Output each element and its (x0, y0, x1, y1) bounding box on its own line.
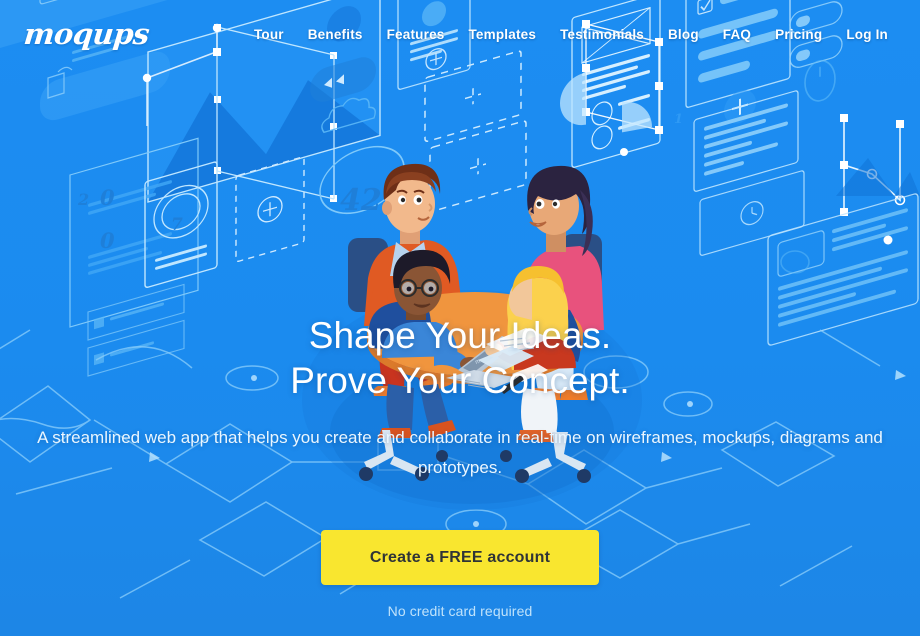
hero-content: Shape Your Ideas. Prove Your Concept. A … (0, 0, 920, 636)
hero-subheadline: A streamlined web app that helps you cre… (37, 428, 883, 477)
svg-text:0: 0 (100, 228, 115, 253)
site-header: moqups Tour Benefits Features Templates … (0, 0, 920, 68)
nav-item-templates[interactable]: Templates (456, 21, 548, 48)
page-title: Shape Your Ideas. Prove Your Concept. (0, 313, 920, 403)
chair-wheels (364, 430, 586, 478)
papers-on-table (478, 328, 550, 394)
headline-line-1: Shape Your Ideas. (308, 315, 612, 356)
svg-text:m: m (475, 359, 482, 366)
nav-item-testimonials[interactable]: Testimonials (548, 21, 656, 48)
nav-item-pricing[interactable]: Pricing (763, 21, 834, 48)
person-woman-pink (519, 165, 604, 400)
meeting-table (367, 292, 583, 384)
nav-item-faq[interactable]: FAQ (711, 21, 763, 48)
bg-step-number: 1 (674, 112, 683, 127)
cta-note: No credit card required (387, 603, 533, 619)
main-navigation: Tour Benefits Features Templates Testimo… (242, 21, 900, 48)
cta-group: Create a FREE account No credit card req… (321, 530, 599, 619)
chair-back-right (562, 234, 602, 310)
nav-item-log-in[interactable]: Log In (834, 21, 900, 48)
headline-line-2: Prove Your Concept. (290, 360, 630, 401)
bg-circle-number: 7 (171, 215, 183, 235)
laptop: m (446, 336, 520, 390)
nav-item-blog[interactable]: Blog (656, 21, 711, 48)
team-collaboration-illustration: m (348, 163, 604, 483)
svg-text:0: 0 (100, 185, 115, 210)
nav-item-features[interactable]: Features (375, 21, 457, 48)
person-woman-blonde (485, 266, 581, 442)
person-man-laptop (368, 249, 480, 438)
bg-badge-number: 42 (340, 183, 382, 218)
person-man-orange (364, 163, 464, 396)
nav-item-benefits[interactable]: Benefits (296, 21, 375, 48)
landing-page-hero: 2 0 0 7 42 1 moqups Tour Benefits Featur… (0, 0, 920, 636)
bg-list-marker: 2 (77, 190, 89, 209)
chair-back-left (348, 238, 388, 312)
logo-moqups[interactable]: moqups (22, 17, 151, 51)
nav-item-tour[interactable]: Tour (242, 21, 296, 48)
create-free-account-button[interactable]: Create a FREE account (321, 530, 599, 585)
